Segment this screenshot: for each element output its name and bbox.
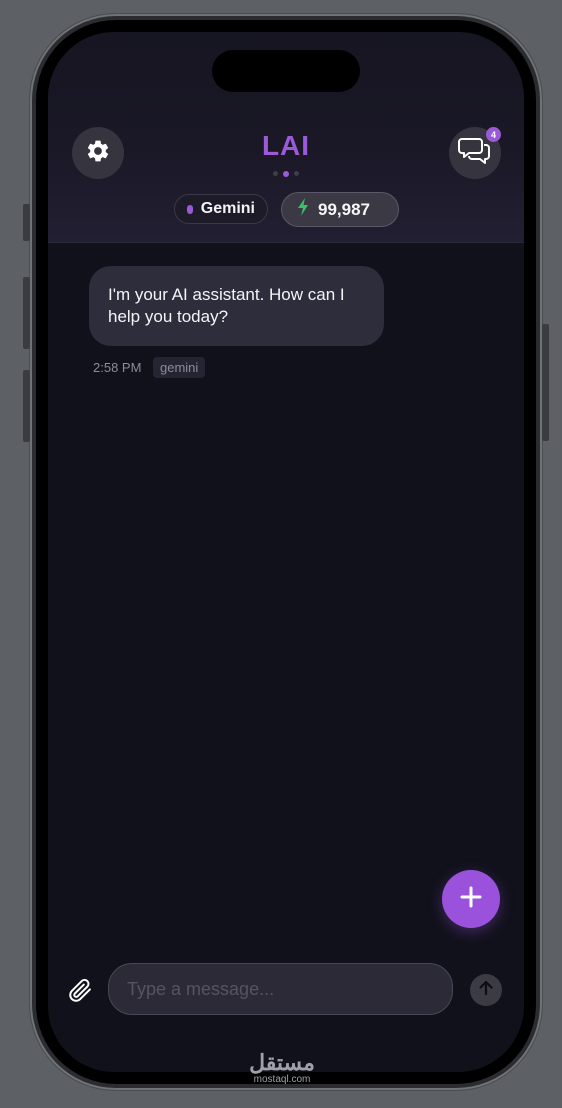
plus-icon xyxy=(459,885,483,914)
paperclip-icon xyxy=(66,978,94,1008)
watermark: مستقل mostaql.com xyxy=(232,1052,332,1085)
chat-bubbles-icon xyxy=(458,136,492,171)
page-dot-active[interactable] xyxy=(283,170,289,177)
gear-icon xyxy=(85,138,111,169)
page-dot[interactable] xyxy=(273,171,278,176)
model-name: Gemini xyxy=(200,200,255,217)
side-button-volume-down xyxy=(23,370,30,442)
message-input[interactable] xyxy=(108,963,453,1015)
bolt-icon xyxy=(296,197,310,222)
message-model-tag: gemini xyxy=(153,357,206,378)
attach-button[interactable] xyxy=(66,976,94,1009)
dynamic-island xyxy=(212,50,360,92)
settings-button[interactable] xyxy=(72,127,124,179)
page-indicator xyxy=(273,170,299,177)
model-status-dot xyxy=(187,204,193,214)
app-title: LAI xyxy=(261,130,311,161)
page-dot[interactable] xyxy=(294,171,299,176)
side-button-power xyxy=(542,324,549,441)
new-chat-button[interactable] xyxy=(442,870,500,928)
credits-pill[interactable]: 99,987 xyxy=(281,192,399,227)
conversations-count-badge: 4 xyxy=(486,127,501,142)
side-button-volume-up xyxy=(23,277,30,349)
model-selector[interactable]: Gemini xyxy=(174,194,268,224)
send-button[interactable] xyxy=(470,974,502,1006)
assistant-message-bubble: I'm your AI assistant. How can I help yo… xyxy=(89,266,384,346)
watermark-arabic: مستقل xyxy=(249,1050,315,1075)
credits-value: 99,987 xyxy=(318,199,370,219)
watermark-latin: mostaql.com xyxy=(253,1074,311,1085)
app-screen: LAI 4 Gemini 99,987 I'm your AI assistan… xyxy=(48,32,524,1072)
message-timestamp: 2:58 PM xyxy=(93,360,142,375)
side-button-action xyxy=(23,204,30,241)
arrow-up-icon xyxy=(476,978,496,1003)
